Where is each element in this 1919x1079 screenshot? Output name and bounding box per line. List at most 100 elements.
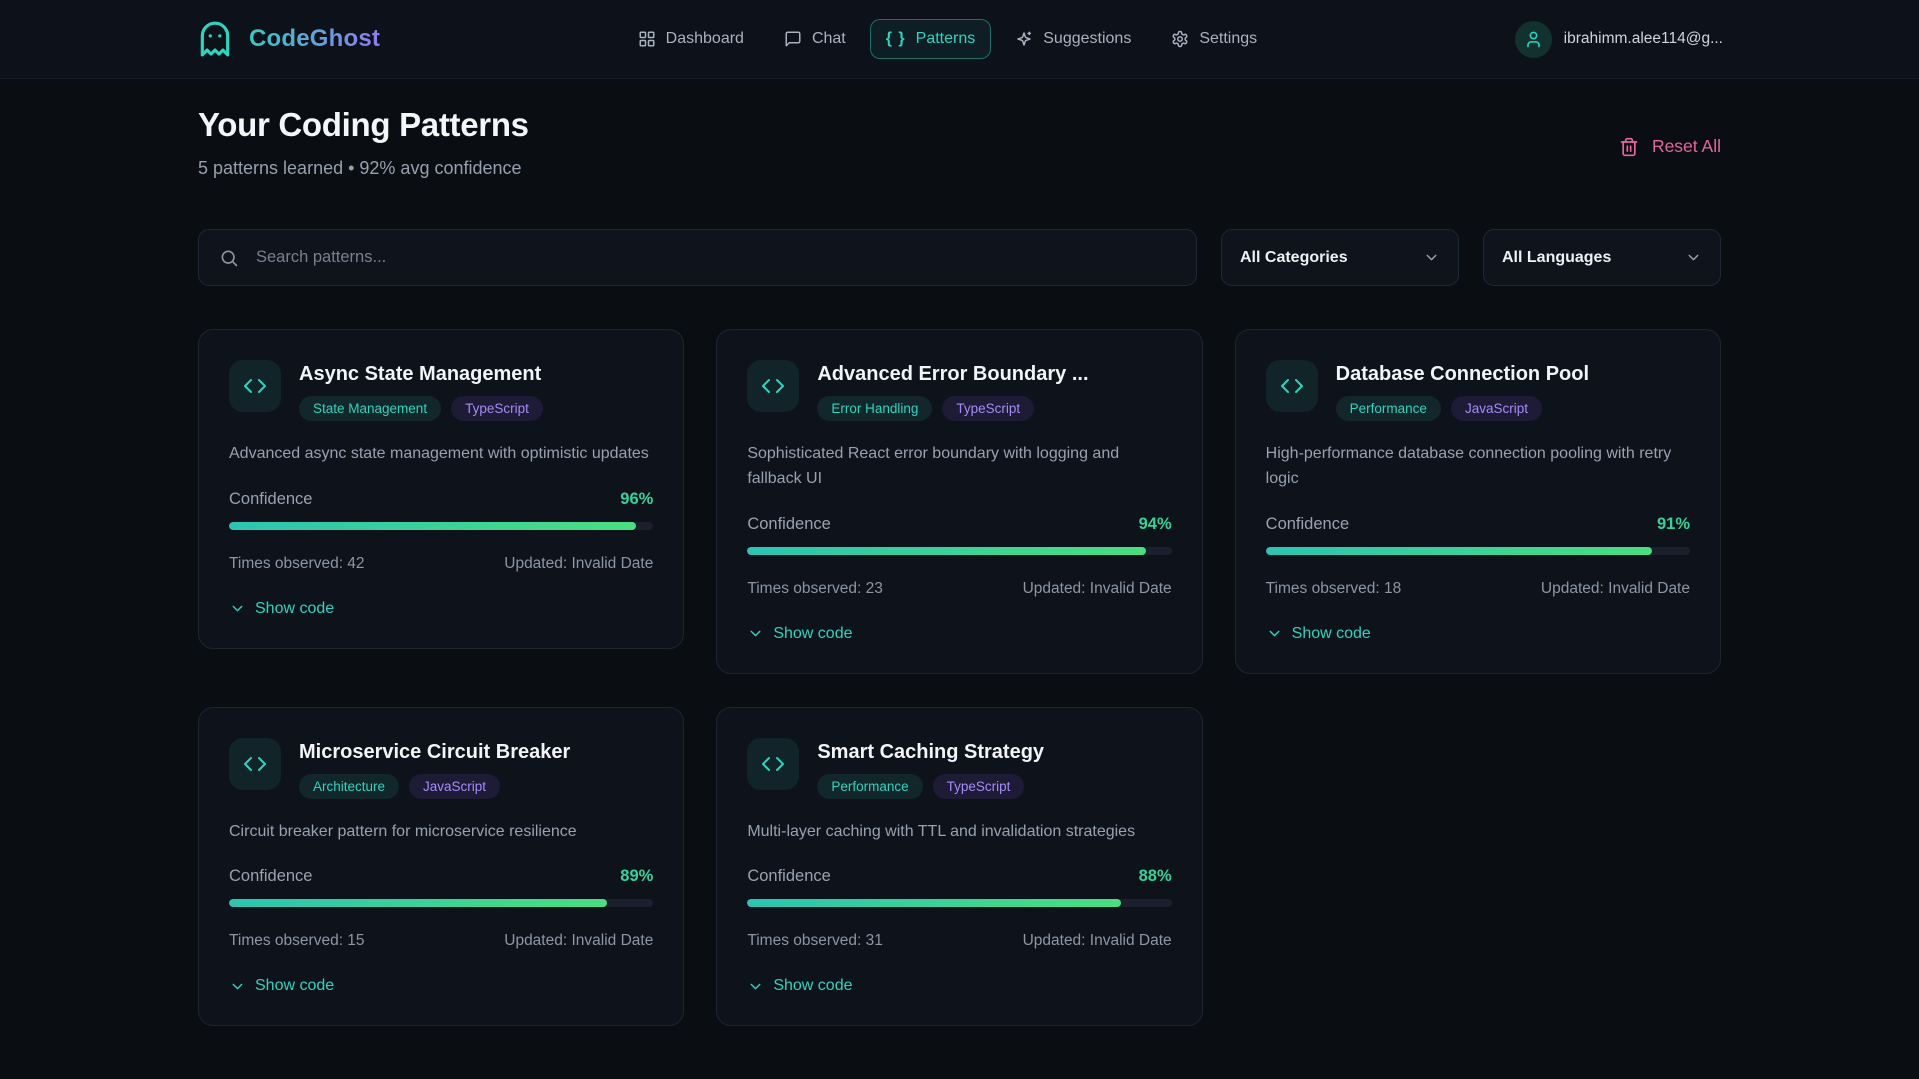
confidence-fill [747,546,1147,555]
nav-item-chat[interactable]: Chat [768,19,862,59]
badges: Architecture JavaScript [299,773,570,799]
top-navigation-bar: CodeGhost Dashboard Chat { } Patterns Su… [0,0,1919,79]
nav-item-suggestions[interactable]: Suggestions [999,19,1147,59]
confidence-bar-track [747,546,1172,555]
nav-item-dashboard[interactable]: Dashboard [622,19,760,59]
confidence-row: Confidence 96% [229,490,653,509]
chevron-down-icon [1423,249,1440,266]
confidence-label: Confidence [229,867,313,886]
pattern-card: Database Connection Pool Performance Jav… [1234,329,1721,674]
nav-label: Patterns [915,30,976,47]
confidence-label: Confidence [1265,514,1350,533]
times-observed: Times observed: 18 [1265,579,1402,597]
nav-item-patterns[interactable]: { } Patterns [869,19,992,59]
confidence-label: Confidence [747,514,831,533]
show-code-label: Show code [255,599,335,617]
confidence-row: Confidence 88% [747,867,1171,886]
patterns-grid: Async State Management State Management … [198,329,1721,1027]
search-box [198,229,1197,286]
chevron-down-icon [229,978,246,995]
confidence-row: Confidence 91% [1266,515,1690,534]
show-code-button[interactable]: Show code [229,977,334,995]
card-meta: Times observed: 15 Updated: Invalid Date [229,932,653,950]
nav-label: Chat [811,30,846,47]
category-filter-select[interactable]: All Categories [1221,229,1459,286]
code-icon [1265,360,1318,412]
confidence-label: Confidence [229,489,313,508]
language-filter-value: All Languages [1502,248,1612,266]
card-meta: Times observed: 42 Updated: Invalid Date [229,555,653,573]
confidence-value: 88% [1138,867,1172,886]
category-badge: Performance [817,773,923,799]
updated-date: Updated: Invalid Date [1022,932,1172,950]
confidence-value: 91% [1656,514,1690,533]
show-code-button[interactable]: Show code [1266,625,1371,643]
show-code-button[interactable]: Show code [747,977,853,995]
chat-bubble-icon [784,30,802,48]
card-header: Async State Management State Management … [229,360,653,421]
times-observed: Times observed: 31 [747,932,883,950]
code-icon [229,360,281,412]
show-code-label: Show code [773,977,853,995]
updated-date: Updated: Invalid Date [1540,579,1690,597]
page-subtitle: 5 patterns learned • 92% avg confidence [198,158,522,178]
pattern-description: Circuit breaker pattern for microservice… [229,822,577,840]
chevron-down-icon [747,625,764,642]
show-code-button[interactable]: Show code [747,624,853,643]
search-input[interactable] [254,247,1176,268]
category-badge: Architecture [299,773,400,799]
card-header: Advanced Error Boundary ... Error Handli… [747,360,1171,421]
badges: Performance JavaScript [1335,396,1589,421]
card-header: Microservice Circuit Breaker Architectur… [229,737,653,799]
card-meta: Times observed: 18 Updated: Invalid Date [1266,580,1690,598]
confidence-bar-track [229,521,654,530]
confidence-bar-track [747,899,1172,908]
pattern-description: Advanced async state management with opt… [229,445,649,462]
brand-name: CodeGhost [249,25,381,52]
reset-all-button[interactable]: Reset All [1619,136,1721,157]
category-badge: Performance [1335,396,1441,421]
language-badge: JavaScript [409,773,501,799]
patterns-page: Your Coding Patterns 5 patterns learned … [0,79,1919,1027]
confidence-fill [229,899,607,908]
confidence-fill [1265,546,1652,555]
language-badge: TypeScript [932,773,1025,799]
updated-date: Updated: Invalid Date [1022,579,1172,597]
show-code-label: Show code [255,977,335,995]
category-badge: State Management [299,396,442,421]
pattern-description: Multi-layer caching with TTL and invalid… [747,822,1136,840]
badges: Error Handling TypeScript [817,396,1088,421]
show-code-label: Show code [773,624,853,642]
search-icon [219,248,239,268]
page-title: Your Coding Patterns [198,106,529,143]
updated-date: Updated: Invalid Date [504,932,654,950]
confidence-bar-track [229,899,654,908]
show-code-button[interactable]: Show code [229,600,334,618]
confidence-row: Confidence 89% [229,867,653,886]
nav-label: Suggestions [1043,30,1132,47]
badges: State Management TypeScript [299,396,543,421]
chevron-down-icon [1266,625,1283,642]
nav-item-settings[interactable]: Settings [1155,19,1273,59]
avatar [1514,20,1552,58]
pattern-card: Microservice Circuit Breaker Architectur… [198,706,685,1027]
pattern-description: High-performance database connection poo… [1265,445,1672,487]
reset-all-label: Reset All [1651,136,1721,156]
gear-icon [1171,30,1189,48]
user-account[interactable]: ibrahimm.alee114@g... [1514,20,1723,58]
show-code-label: Show code [1291,624,1371,642]
category-filter-value: All Categories [1240,248,1348,266]
page-header: Your Coding Patterns 5 patterns learned … [198,106,1721,179]
confidence-value: 89% [620,867,654,886]
card-meta: Times observed: 23 Updated: Invalid Date [747,580,1171,598]
pattern-card: Smart Caching Strategy Performance TypeS… [716,706,1203,1027]
language-filter-select[interactable]: All Languages [1483,229,1721,286]
updated-date: Updated: Invalid Date [504,554,654,572]
card-header: Smart Caching Strategy Performance TypeS… [747,737,1171,799]
category-badge: Error Handling [817,396,933,421]
chevron-down-icon [229,600,246,617]
confidence-value: 94% [1138,514,1172,533]
code-icon [229,737,281,790]
dashboard-grid-icon [638,30,656,48]
confidence-fill [747,899,1121,908]
